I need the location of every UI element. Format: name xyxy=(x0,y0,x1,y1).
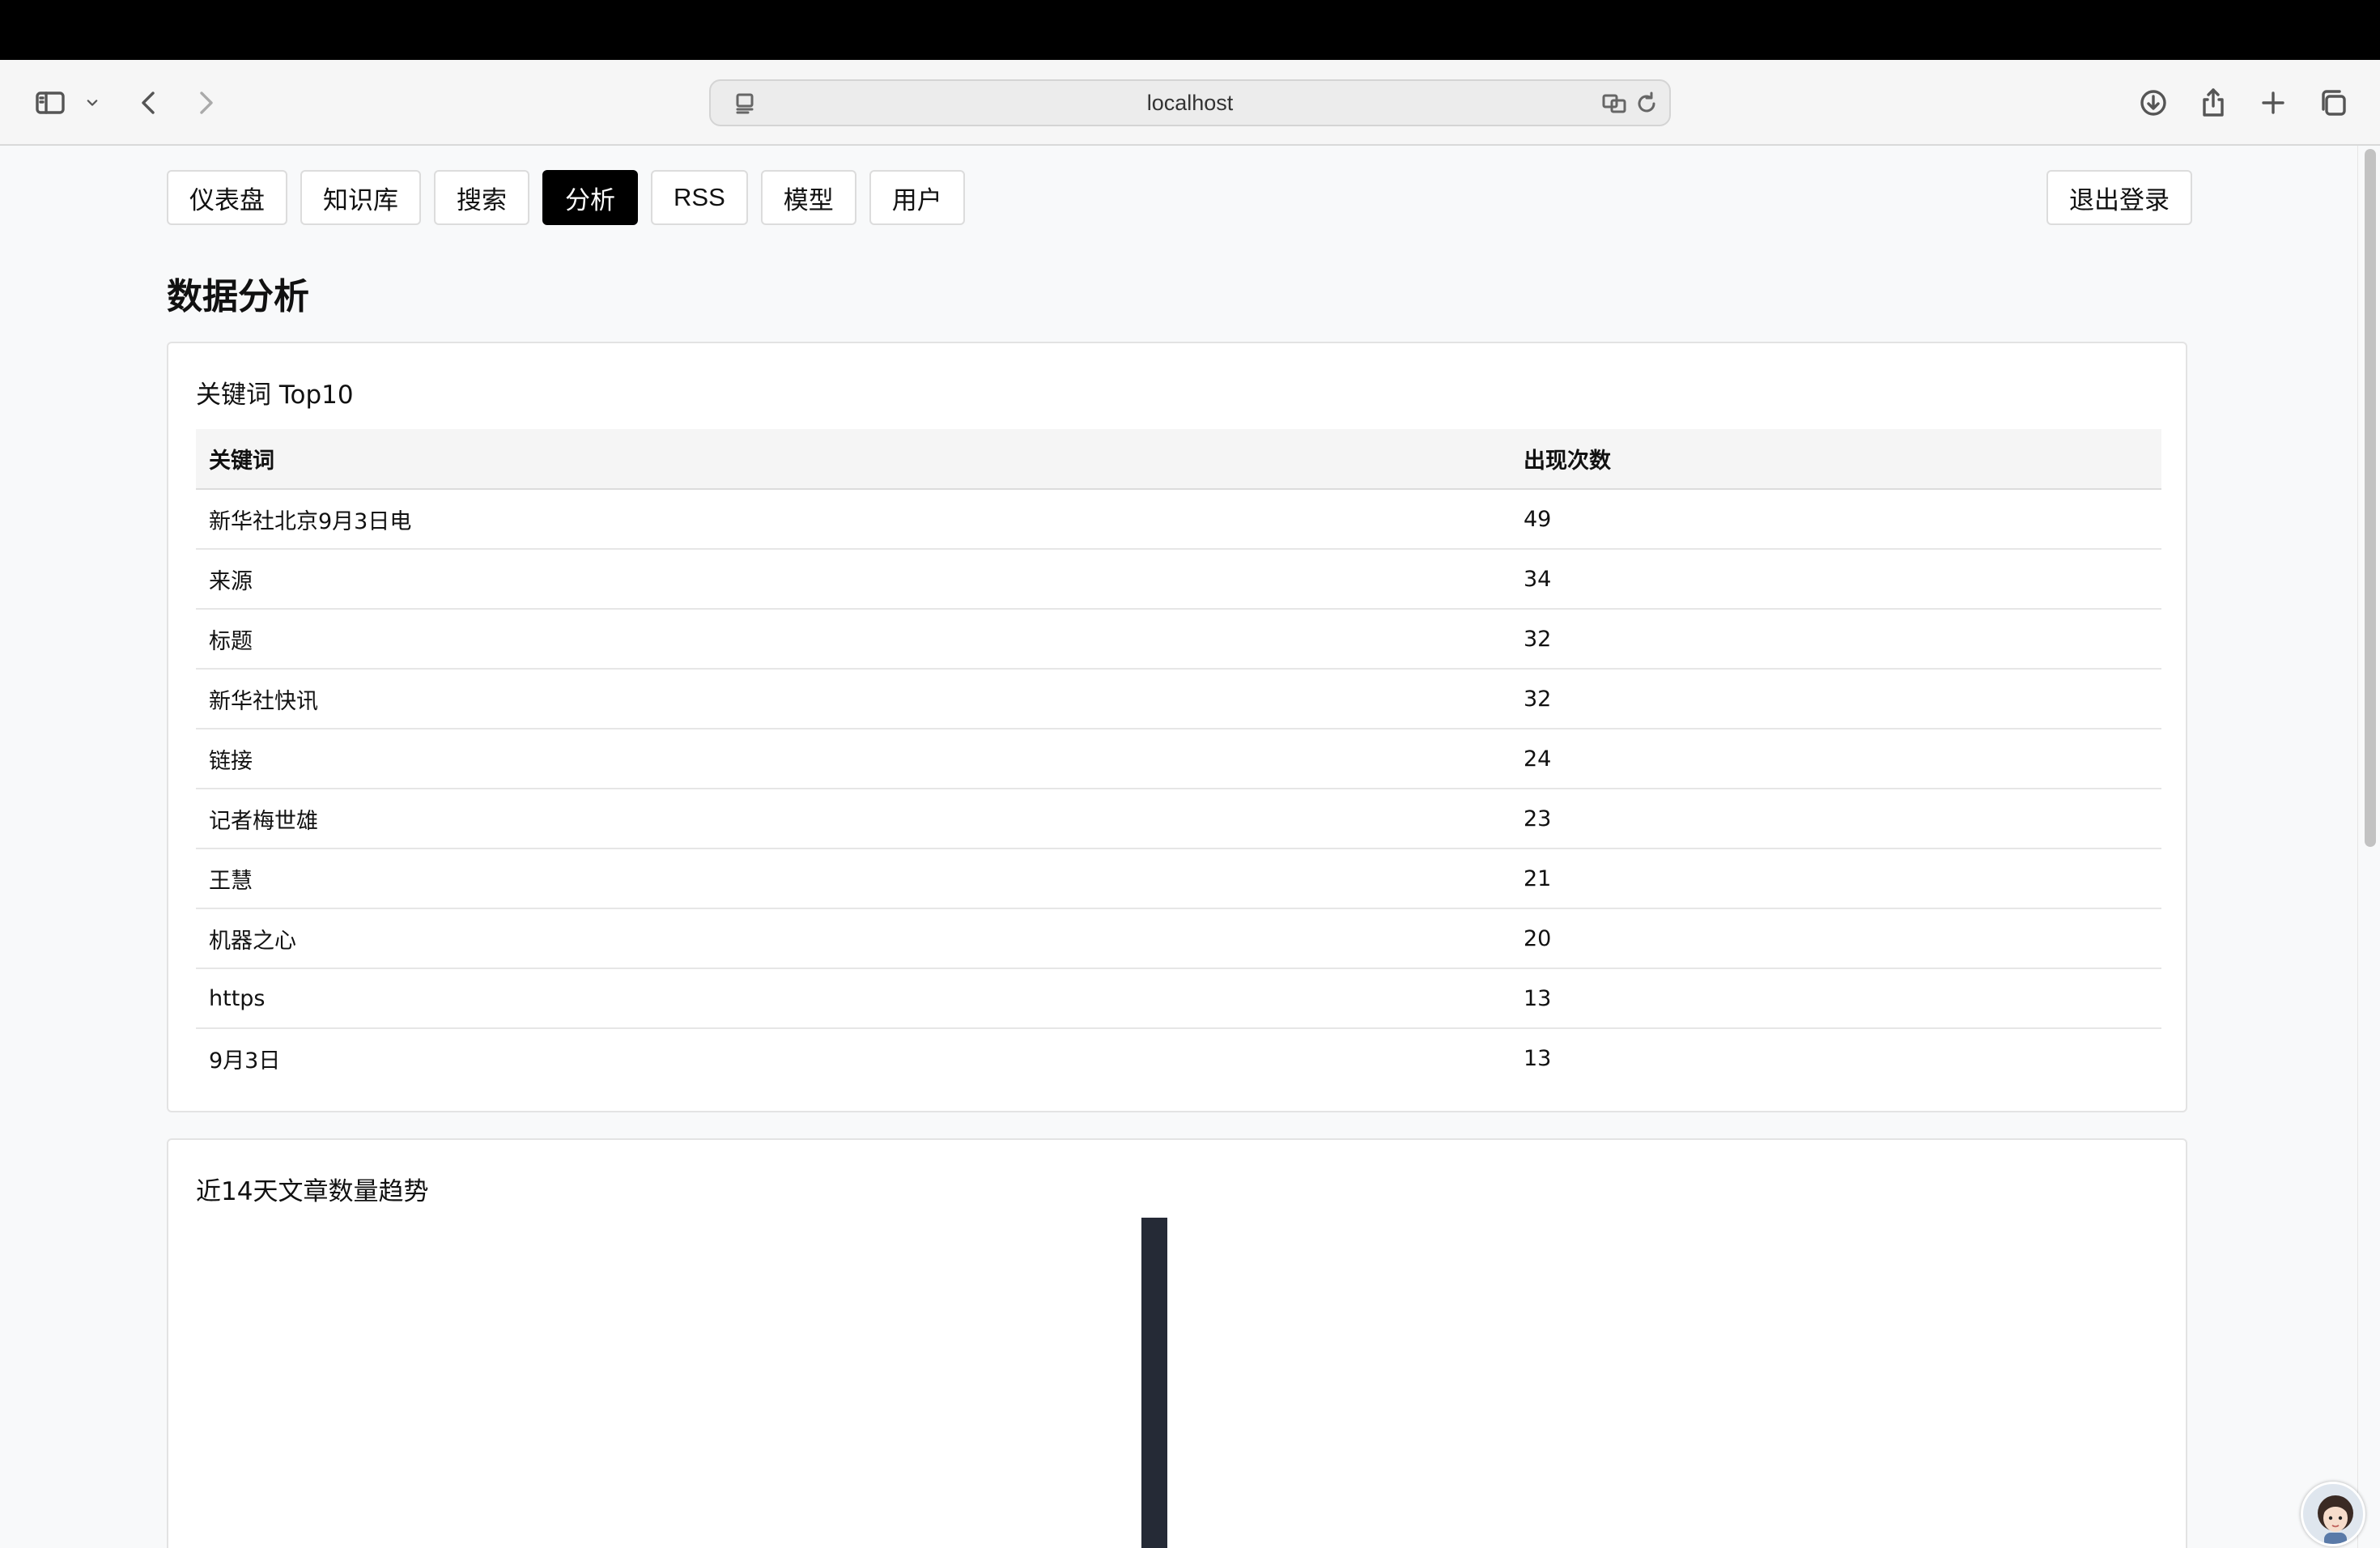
chevron-down-icon[interactable] xyxy=(76,85,108,121)
page-title: 数据分析 xyxy=(167,276,309,317)
nav-knowledge-base-button[interactable]: 知识库 xyxy=(300,170,421,225)
keyword-cell: 新华社快讯 xyxy=(196,669,1511,729)
table-row: 来源 34 xyxy=(196,549,2161,610)
scrollbar-thumb[interactable] xyxy=(2365,149,2376,847)
nav-dashboard-button[interactable]: 仪表盘 xyxy=(167,170,287,225)
count-cell: 13 xyxy=(1511,968,2161,1029)
table-row: 记者梅世雄 23 xyxy=(196,789,2161,849)
table-row: 新华社快讯 32 xyxy=(196,669,2161,729)
keyword-cell: 王慧 xyxy=(196,848,1511,909)
table-row: 王慧 21 xyxy=(196,848,2161,909)
keywords-card: 关键词 Top10 关键词 出现次数 新华社北京9月3日电 49 来源 34 标题 3… xyxy=(167,342,2187,1112)
keyword-cell: https xyxy=(196,968,1511,1029)
keyword-cell: 新华社北京9月3日电 xyxy=(196,489,1511,550)
forward-icon[interactable] xyxy=(188,85,223,121)
keyword-cell: 记者梅世雄 xyxy=(196,789,1511,849)
count-cell: 24 xyxy=(1511,729,2161,789)
count-cell: 23 xyxy=(1511,789,2161,849)
table-row: 机器之心 20 xyxy=(196,908,2161,969)
top-black-strip xyxy=(0,0,2380,60)
table-row: 标题 32 xyxy=(196,609,2161,670)
table-row: 链接 24 xyxy=(196,729,2161,789)
translate-icon[interactable] xyxy=(1598,87,1630,120)
browser-toolbar: localhost xyxy=(0,60,2380,146)
count-cell: 49 xyxy=(1511,489,2161,550)
nav-search-button[interactable]: 搜索 xyxy=(434,170,529,225)
count-cell: 20 xyxy=(1511,908,2161,969)
page-content: 仪表盘 知识库 搜索 分析 RSS 模型 用户 退出登录 数据分析 关键词 To… xyxy=(0,146,2357,1548)
table-row: 新华社北京9月3日电 49 xyxy=(196,489,2161,550)
table-row: 9月3日 13 xyxy=(196,1028,2161,1088)
keyword-cell: 机器之心 xyxy=(196,908,1511,969)
count-cell: 32 xyxy=(1511,609,2161,670)
count-cell: 13 xyxy=(1524,1046,1552,1071)
nav-models-button[interactable]: 模型 xyxy=(760,170,856,225)
top-navigation: 仪表盘 知识库 搜索 分析 RSS 模型 用户 xyxy=(167,170,965,225)
scrollbar[interactable] xyxy=(2357,146,2380,1548)
new-tab-icon[interactable] xyxy=(2255,85,2291,121)
keywords-table: 关键词 出现次数 新华社北京9月3日电 49 来源 34 标题 32 新华社快讯 32 … xyxy=(196,429,2161,1088)
nav-users-button[interactable]: 用户 xyxy=(869,170,965,225)
nav-rss-button[interactable]: RSS xyxy=(651,170,748,225)
keyword-cell: 来源 xyxy=(196,549,1511,610)
column-header-count: 出现次数 xyxy=(1511,429,2161,490)
trend-card: 近14天文章数量趋势 xyxy=(167,1138,2187,1548)
count-cell: 21 xyxy=(1511,848,2161,909)
column-header-keyword: 关键词 xyxy=(196,429,1511,490)
nav-analysis-button[interactable]: 分析 xyxy=(542,170,638,225)
chart-bar xyxy=(1141,1218,1167,1548)
address-bar[interactable]: localhost xyxy=(709,79,1671,126)
keyword-cell: 链接 xyxy=(196,729,1511,789)
keyword-cell: 标题 xyxy=(196,609,1511,670)
url-text[interactable]: localhost xyxy=(711,81,1669,125)
count-cell: 32 xyxy=(1511,669,2161,729)
count-cell: 34 xyxy=(1511,549,2161,610)
trend-card-title: 近14天文章数量趋势 xyxy=(196,1177,429,1206)
sidebar-toggle-icon[interactable] xyxy=(32,85,68,121)
download-icon[interactable] xyxy=(2136,85,2171,121)
assistant-avatar[interactable] xyxy=(2301,1482,2365,1546)
reload-icon[interactable] xyxy=(1630,87,1663,120)
trend-chart xyxy=(1141,1218,1167,1548)
keyword-cell: 9月3日 xyxy=(209,1048,281,1074)
back-icon[interactable] xyxy=(131,85,167,121)
logout-button[interactable]: 退出登录 xyxy=(2046,170,2192,225)
table-header-row: 关键词 出现次数 xyxy=(196,429,2161,490)
share-icon[interactable] xyxy=(2195,85,2231,121)
keywords-card-title: 关键词 Top10 xyxy=(196,381,354,410)
tab-overview-icon[interactable] xyxy=(2315,85,2351,121)
table-row: https 13 xyxy=(196,968,2161,1029)
